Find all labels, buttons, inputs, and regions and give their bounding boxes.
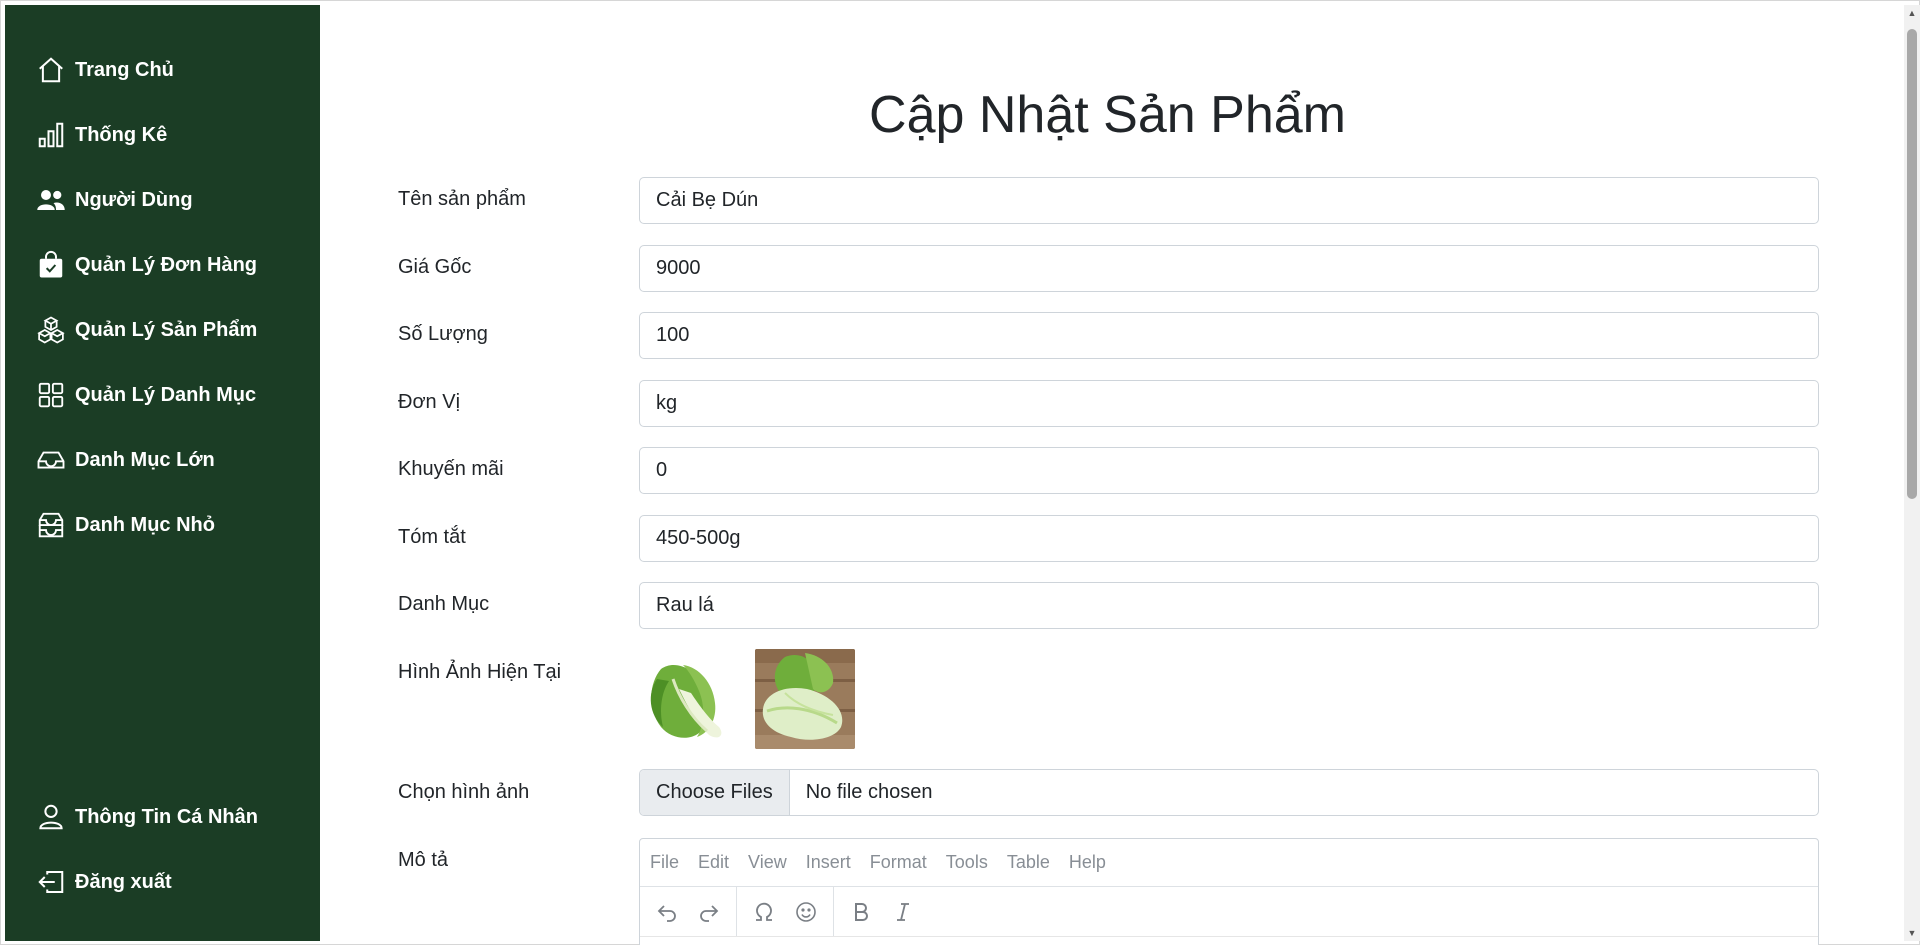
- undo-icon[interactable]: [646, 891, 688, 933]
- history-group: [640, 887, 737, 936]
- file-status-text: No file chosen: [805, 781, 933, 803]
- unit-label: Đơn Vị: [398, 391, 461, 413]
- editor-menu-insert[interactable]: Insert: [806, 852, 851, 873]
- choose-image-label: Chọn hình ảnh: [398, 781, 530, 803]
- current-images: [639, 649, 855, 749]
- current-images-label: Hình Ảnh Hiện Tại: [398, 661, 562, 683]
- discount-label: Khuyến mãi: [398, 458, 504, 480]
- inboxes-icon: [33, 507, 69, 543]
- sidebar: Trang Chủ Thống Kê Người Dùng Quản Lý Đơ…: [5, 5, 320, 941]
- sidebar-item-major-categories[interactable]: Danh Mục Lớn: [33, 438, 215, 482]
- sidebar-item-label: Quản Lý Sản Phẩm: [75, 318, 258, 341]
- sidebar-item-statistics[interactable]: Thống Kê: [33, 113, 167, 157]
- scroll-up-arrow-icon[interactable]: ▲: [1904, 5, 1920, 21]
- house-icon: [33, 52, 69, 88]
- boxes-icon: [33, 312, 69, 348]
- sidebar-item-orders[interactable]: Quản Lý Đơn Hàng: [33, 243, 257, 287]
- sidebar-item-label: Thống Kê: [75, 123, 168, 146]
- choose-files-button[interactable]: Choose Files: [640, 770, 790, 815]
- summary-field[interactable]: 450-500g: [639, 515, 1819, 562]
- italic-icon[interactable]: [882, 891, 924, 933]
- format-group: [834, 887, 930, 936]
- shopping-bag-check-icon: [33, 247, 69, 283]
- box-arrow-left-icon: [33, 864, 69, 900]
- rich-text-editor[interactable]: File Edit View Insert Format Tools Table…: [639, 838, 1819, 945]
- sidebar-item-profile[interactable]: Thông Tin Cá Nhân: [33, 795, 258, 839]
- product-image-2: [755, 649, 855, 749]
- sidebar-item-logout[interactable]: Đăng xuất: [33, 860, 172, 904]
- insert-group: [737, 887, 834, 936]
- bold-icon[interactable]: [840, 891, 882, 933]
- redo-icon[interactable]: [688, 891, 730, 933]
- editor-menu-file[interactable]: File: [650, 852, 679, 873]
- product-image-1: [639, 649, 739, 749]
- scroll-down-arrow-icon[interactable]: ▼: [1904, 925, 1920, 941]
- sidebar-item-products[interactable]: Quản Lý Sản Phẩm: [33, 308, 257, 352]
- bar-chart-icon: [33, 117, 69, 153]
- sidebar-item-label: Quản Lý Đơn Hàng: [75, 253, 258, 276]
- editor-toolbar: [640, 887, 1818, 937]
- editor-menu-table[interactable]: Table: [1007, 852, 1050, 873]
- sidebar-item-minor-categories[interactable]: Danh Mục Nhỏ: [33, 503, 215, 547]
- grid-icon: [33, 377, 69, 413]
- sidebar-item-label: Đăng xuất: [75, 870, 172, 893]
- category-label: Danh Mục: [398, 593, 490, 615]
- sidebar-item-categories[interactable]: Quản Lý Danh Mục: [33, 373, 256, 417]
- sidebar-item-label: Trang Chủ: [75, 58, 174, 81]
- editor-menu-help[interactable]: Help: [1069, 852, 1106, 873]
- editor-menubar: File Edit View Insert Format Tools Table…: [640, 839, 1818, 887]
- users-icon: [33, 182, 69, 218]
- editor-menu-tools[interactable]: Tools: [946, 852, 988, 873]
- editor-menu-edit[interactable]: Edit: [698, 852, 729, 873]
- unit-field[interactable]: kg: [639, 380, 1819, 427]
- scrollbar-thumb[interactable]: [1907, 29, 1917, 499]
- sidebar-item-home[interactable]: Trang Chủ: [33, 48, 174, 92]
- summary-label: Tóm tắt: [398, 526, 466, 548]
- sidebar-item-label: Quản Lý Danh Mục: [75, 383, 257, 406]
- person-icon: [33, 799, 69, 835]
- description-label: Mô tả: [398, 849, 449, 871]
- product-name-field[interactable]: Cải Bẹ Dún: [639, 177, 1819, 224]
- price-field[interactable]: 9000: [639, 245, 1819, 292]
- page-title: Cập Nhật Sản Phẩm: [869, 86, 1346, 144]
- omega-icon[interactable]: [743, 891, 785, 933]
- inbox-icon: [33, 442, 69, 478]
- editor-menu-view[interactable]: View: [748, 852, 787, 873]
- file-input[interactable]: Choose Files No file chosen: [639, 769, 1819, 816]
- sidebar-item-label: Danh Mục Lớn: [75, 448, 215, 471]
- quantity-label: Số Lượng: [398, 323, 488, 345]
- emoji-icon[interactable]: [785, 891, 827, 933]
- sidebar-item-label: Danh Mục Nhỏ: [75, 513, 215, 536]
- quantity-field[interactable]: 100: [639, 312, 1819, 359]
- main-content: Cập Nhật Sản Phẩm Tên sản phẩm Cải Bẹ Dú…: [320, 5, 1900, 945]
- product-name-label: Tên sản phẩm: [398, 188, 526, 210]
- page-scrollbar[interactable]: ▲ ▼: [1904, 5, 1920, 941]
- sidebar-item-label: Người Dùng: [75, 188, 193, 211]
- editor-menu-format[interactable]: Format: [870, 852, 927, 873]
- price-label: Giá Gốc: [398, 256, 472, 278]
- category-select[interactable]: Rau lá: [639, 582, 1819, 629]
- sidebar-item-users[interactable]: Người Dùng: [33, 178, 193, 222]
- sidebar-item-label: Thông Tin Cá Nhân: [75, 805, 258, 828]
- discount-field[interactable]: 0: [639, 447, 1819, 494]
